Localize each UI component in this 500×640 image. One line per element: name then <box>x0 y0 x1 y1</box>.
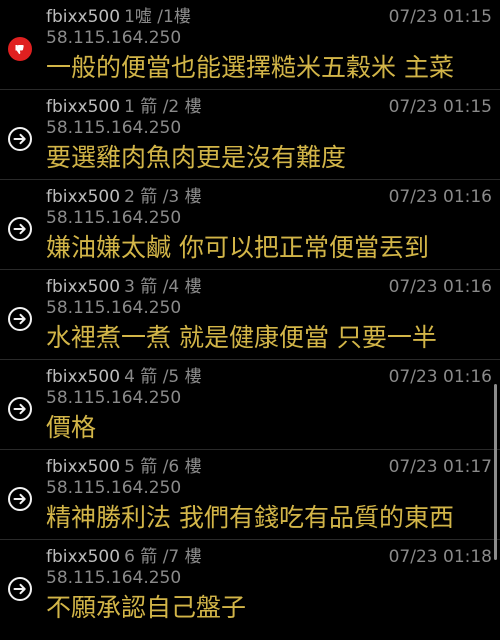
timestamp: 07/23 01:16 <box>388 367 492 387</box>
comment-item[interactable]: fbixx500 1噓 /1樓 07/23 01:15 58.115.164.25… <box>0 0 500 90</box>
comment-meta: fbixx500 6 箭 /7 樓 07/23 01:18 <box>46 545 492 569</box>
username[interactable]: fbixx500 <box>46 457 120 477</box>
thumbs-down-icon <box>8 37 32 61</box>
comment-text: 不願承認自己盤子 <box>46 593 247 622</box>
username[interactable]: fbixx500 <box>46 7 120 27</box>
username[interactable]: fbixx500 <box>46 97 120 117</box>
comment-text: 要選雞肉魚肉更是沒有難度 <box>46 143 347 172</box>
comment-item[interactable]: fbixx500 1 箭 /2 樓 07/23 01:15 58.115.164.… <box>0 90 500 180</box>
comment-text: 精神勝利法 我們有錢吃有品質的東西 <box>46 503 454 532</box>
comment-meta: fbixx500 1 箭 /2 樓 07/23 01:15 <box>46 95 492 119</box>
comment-text: 嫌油嫌太鹹 你可以把正常便當丟到 <box>46 233 429 262</box>
ip-address: 58.115.164.250 <box>46 388 182 408</box>
floor-label: 1噓 /1樓 <box>124 7 191 27</box>
floor-label: 2 箭 /3 樓 <box>124 187 202 207</box>
timestamp: 07/23 01:15 <box>388 97 492 117</box>
arrow-right-icon <box>8 487 32 511</box>
ip-address: 58.115.164.250 <box>46 28 182 48</box>
comment-feed: fbixx500 1噓 /1樓 07/23 01:15 58.115.164.25… <box>0 0 500 640</box>
comment-item[interactable]: fbixx500 5 箭 /6 樓 07/23 01:17 58.115.164.… <box>0 450 500 540</box>
arrow-right-icon <box>8 217 32 241</box>
scrollbar[interactable] <box>494 384 497 560</box>
ip-address: 58.115.164.250 <box>46 568 182 588</box>
timestamp: 07/23 01:18 <box>388 547 492 567</box>
comment-text: 一般的便當也能選擇糙米五穀米 主菜 <box>46 53 454 82</box>
comment-item[interactable]: fbixx500 4 箭 /5 樓 07/23 01:16 58.115.164.… <box>0 360 500 450</box>
comment-text: 價格 <box>46 413 97 442</box>
comment-meta: fbixx500 1噓 /1樓 07/23 01:15 <box>46 5 492 29</box>
arrow-right-icon <box>8 307 32 331</box>
comment-meta: fbixx500 4 箭 /5 樓 07/23 01:16 <box>46 365 492 389</box>
username[interactable]: fbixx500 <box>46 367 120 387</box>
timestamp: 07/23 01:16 <box>388 277 492 297</box>
timestamp: 07/23 01:17 <box>388 457 492 477</box>
floor-label: 5 箭 /6 樓 <box>124 457 202 477</box>
arrow-right-icon <box>8 127 32 151</box>
ip-address: 58.115.164.250 <box>46 208 182 228</box>
arrow-right-icon <box>8 397 32 421</box>
username[interactable]: fbixx500 <box>46 277 120 297</box>
timestamp: 07/23 01:15 <box>388 7 492 27</box>
arrow-right-icon <box>8 577 32 601</box>
ip-address: 58.115.164.250 <box>46 118 182 138</box>
comment-item[interactable]: fbixx500 6 箭 /7 樓 07/23 01:18 58.115.164.… <box>0 540 500 630</box>
ip-address: 58.115.164.250 <box>46 298 182 318</box>
comment-text: 水裡煮一煮 就是健康便當 只要一半 <box>46 323 437 352</box>
comment-meta: fbixx500 3 箭 /4 樓 07/23 01:16 <box>46 275 492 299</box>
username[interactable]: fbixx500 <box>46 187 120 207</box>
timestamp: 07/23 01:16 <box>388 187 492 207</box>
floor-label: 4 箭 /5 樓 <box>124 367 202 387</box>
comment-meta: fbixx500 2 箭 /3 樓 07/23 01:16 <box>46 185 492 209</box>
username[interactable]: fbixx500 <box>46 547 120 567</box>
ip-address: 58.115.164.250 <box>46 478 182 498</box>
comment-meta: fbixx500 5 箭 /6 樓 07/23 01:17 <box>46 455 492 479</box>
floor-label: 3 箭 /4 樓 <box>124 277 202 297</box>
floor-label: 6 箭 /7 樓 <box>124 547 202 567</box>
comment-item[interactable]: fbixx500 2 箭 /3 樓 07/23 01:16 58.115.164.… <box>0 180 500 270</box>
comment-item[interactable]: fbixx500 3 箭 /4 樓 07/23 01:16 58.115.164.… <box>0 270 500 360</box>
floor-label: 1 箭 /2 樓 <box>124 97 202 117</box>
